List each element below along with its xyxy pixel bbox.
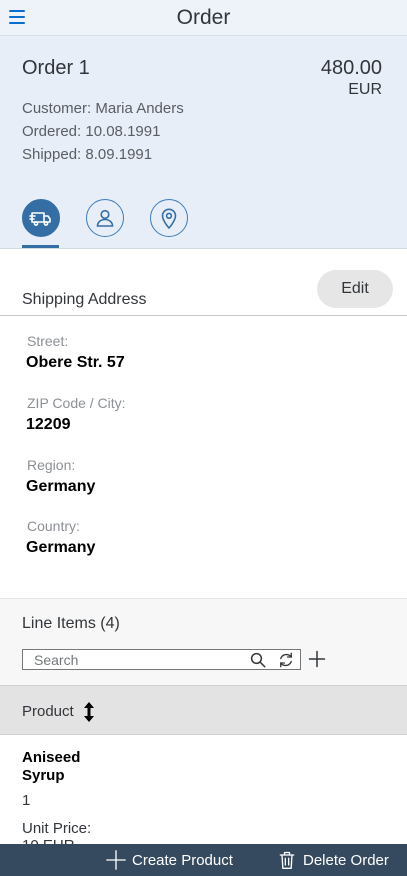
street-label: Street: (27, 333, 69, 349)
street-value: Obere Str. 57 (26, 354, 125, 371)
line-items-toolbar: Line Items (4) (0, 598, 407, 685)
row-product-name[interactable]: Aniseed Syrup (22, 749, 112, 785)
shell-bar: Order (0, 0, 407, 36)
shipping-address-title: Shipping Address (22, 291, 147, 308)
country-label: Country: (27, 518, 80, 534)
location-pin-icon (161, 208, 177, 229)
order-title: Order 1 (22, 57, 90, 79)
delete-order-button[interactable]: Delete Order (277, 844, 389, 876)
order-total: 480.00 (320, 57, 382, 79)
region-label: Region: (27, 457, 76, 473)
search-icon[interactable] (249, 651, 267, 669)
selected-tab-indicator (22, 245, 59, 248)
create-product-button[interactable]: Create Product (106, 844, 233, 876)
line-items-title: Line Items (4) (22, 615, 120, 632)
edit-button[interactable]: Edit (317, 270, 393, 308)
add-icon (106, 850, 126, 870)
row-unit-price-label: Unit Price: (22, 820, 92, 837)
shipping-truck-icon (29, 212, 51, 226)
add-icon[interactable] (308, 650, 326, 668)
zip-city-label: ZIP Code / City: (27, 395, 126, 411)
sort-icon[interactable] (82, 702, 96, 722)
delete-order-label: Delete Order (303, 851, 389, 869)
region-value: Germany (26, 478, 96, 495)
search-input[interactable] (34, 651, 244, 668)
tab-shipping[interactable] (22, 199, 60, 237)
country-value: Germany (26, 539, 96, 556)
trash-icon (279, 851, 295, 869)
tab-customer[interactable] (86, 199, 124, 237)
customer-person-icon (96, 209, 114, 227)
refresh-icon[interactable] (277, 651, 295, 669)
column-product[interactable]: Product (22, 703, 74, 720)
section-divider (0, 315, 407, 316)
ordered-attribute: Ordered: 10.08.1991 (22, 123, 161, 140)
search-field[interactable] (22, 649, 301, 670)
row-quantity: 1 (22, 792, 31, 809)
shipped-attribute: Shipped: 8.09.1991 (22, 146, 153, 163)
order-currency: EUR (348, 81, 382, 98)
footer-toolbar: Create Product Delete Order (0, 844, 407, 876)
zip-city-value: 12209 (26, 416, 71, 433)
tab-location[interactable] (150, 199, 188, 237)
customer-attribute: Customer: Maria Anders (22, 100, 184, 117)
create-product-label: Create Product (132, 851, 233, 869)
object-header: Order 1 480.00 EUR Customer: Maria Ander… (0, 36, 407, 249)
page-title: Order (176, 6, 231, 29)
table-column-header: Product (0, 685, 407, 735)
